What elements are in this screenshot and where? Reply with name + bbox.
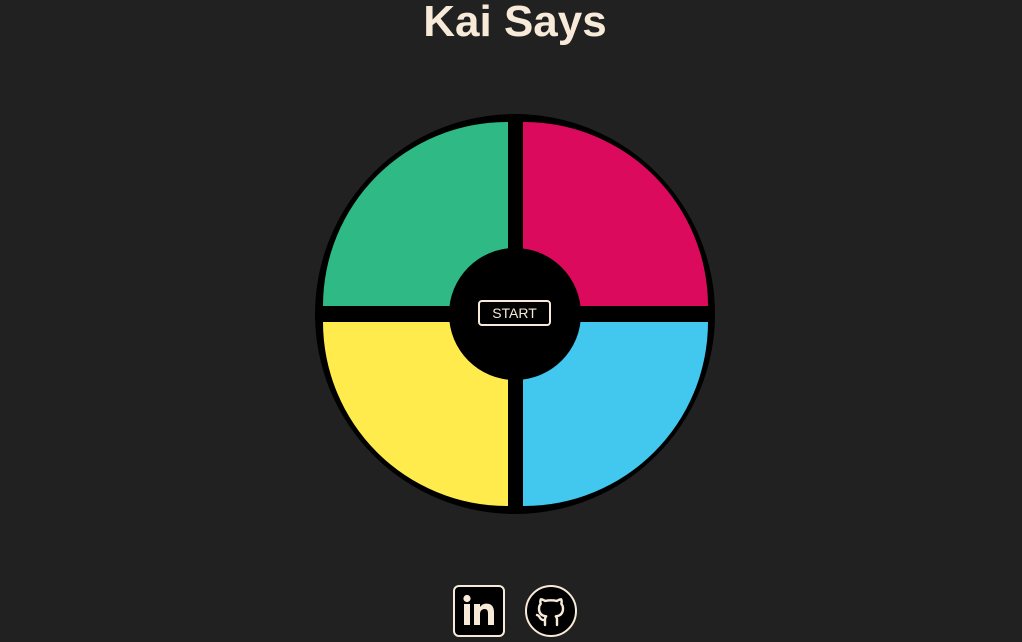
- github-icon: [535, 598, 565, 627]
- linkedin-link[interactable]: [453, 585, 505, 637]
- start-button[interactable]: START: [478, 300, 551, 326]
- github-link[interactable]: [525, 585, 577, 637]
- linkedin-icon: [463, 594, 494, 625]
- game-board: START: [315, 114, 715, 514]
- page-title: Kai Says: [423, 0, 607, 46]
